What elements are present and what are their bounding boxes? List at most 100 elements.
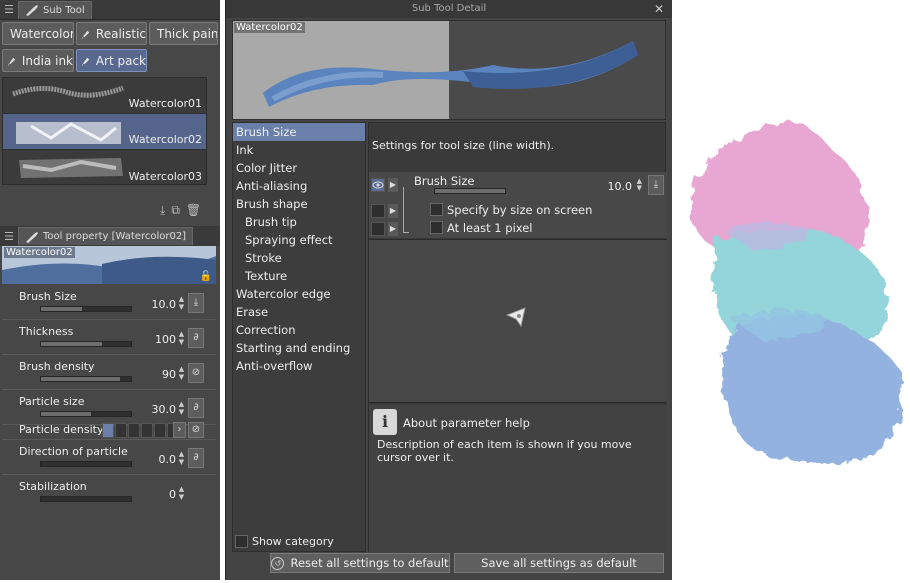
category-item[interactable]: Erase <box>233 303 365 321</box>
canvas-artwork[interactable] <box>672 0 910 580</box>
left-panel: ☰ Sub Tool Watercolor Realistic Thick pa… <box>0 0 220 580</box>
property-value[interactable]: 100 <box>155 333 176 346</box>
property-slider[interactable] <box>40 411 132 417</box>
property-slider[interactable] <box>40 496 132 502</box>
close-icon[interactable]: ✕ <box>654 0 664 18</box>
property-label: Direction of particle <box>19 445 128 458</box>
import-icon[interactable]: ⤓ <box>160 203 165 218</box>
save-defaults-button[interactable]: Save all settings as default <box>454 553 664 573</box>
brush-stroke-preview <box>11 116 126 148</box>
subtool-button-watercolor[interactable]: Watercolor <box>2 22 74 45</box>
spinner-icon[interactable]: ▲ ▼ <box>177 400 186 416</box>
brush-stroke-preview <box>19 158 123 178</box>
spinner-icon[interactable]: ▲ ▼ <box>177 450 186 466</box>
brush-name: Watercolor03 <box>128 170 202 183</box>
brush-icon <box>26 231 38 243</box>
pressure-icon[interactable]: ∂ <box>188 328 204 348</box>
particle-density-selector[interactable] <box>102 423 179 438</box>
property-row: Brush Size 10.0 ▲ ▼ ⤓ <box>2 286 216 320</box>
spinner-icon[interactable]: ▲ ▼ <box>177 365 186 381</box>
category-item[interactable]: Ink <box>233 141 365 159</box>
subtool-button-realistic[interactable]: Realistic <box>76 22 147 45</box>
property-value[interactable]: 0.0 <box>159 453 177 466</box>
pen-nib-icon <box>7 57 16 66</box>
category-item[interactable]: Texture <box>233 267 365 285</box>
property-value[interactable]: 0 <box>169 488 176 501</box>
menu-icon[interactable]: ☰ <box>0 230 18 243</box>
eye-icon[interactable] <box>371 222 385 236</box>
save-button-label: Save all settings as default <box>481 556 637 570</box>
expand-arrow-icon[interactable]: ▶ <box>388 178 398 192</box>
pressure-icon[interactable]: ∂ <box>188 398 204 418</box>
trash-icon[interactable]: 🗑 <box>186 203 201 218</box>
tool-property-tabbar: ☰ Tool property [Watercolor02] <box>0 226 220 246</box>
preview-label: Watercolor02 <box>4 247 75 258</box>
toggle-icon[interactable]: ⊘ <box>188 363 204 383</box>
property-value[interactable]: 90 <box>162 368 176 381</box>
category-item[interactable]: Brush Size <box>233 123 365 141</box>
category-item[interactable]: Correction <box>233 321 365 339</box>
chevron-right-icon[interactable]: › <box>173 422 186 438</box>
property-row: Thickness 100 ▲ ▼ ∂ <box>2 321 216 355</box>
download-icon[interactable]: ⤓ <box>648 175 664 195</box>
pen-nib-icon <box>81 57 90 66</box>
property-slider[interactable] <box>40 461 132 467</box>
settings-description: Settings for tool size (line width). <box>372 139 555 152</box>
property-slider[interactable] <box>40 376 132 382</box>
menu-icon[interactable]: ☰ <box>0 3 18 16</box>
brush-size-settings: ▶ Brush Size 10.0 ▲ ▼ ⤓ ▶ Specify by size… <box>369 172 667 238</box>
brush-item-watercolor02[interactable]: Watercolor02 <box>3 114 206 150</box>
brush-name: Watercolor02 <box>128 133 202 146</box>
category-item[interactable]: Watercolor edge <box>233 285 365 303</box>
property-value[interactable]: 10.0 <box>152 298 177 311</box>
spinner-icon[interactable]: ▲ ▼ <box>177 485 186 501</box>
sub-tool-detail-dialog: Sub Tool Detail ✕ Watercolor02 Brush Siz… <box>225 0 672 580</box>
settings-panel: Settings for tool size (line width). ▶ B… <box>368 122 667 553</box>
eye-icon[interactable] <box>371 178 385 192</box>
brush-item-watercolor01[interactable]: Watercolor01 <box>3 78 206 114</box>
download-icon[interactable]: ⤓ <box>188 293 204 313</box>
category-list: Brush Size Ink Color Jitter Anti-aliasing Br… <box>232 122 366 552</box>
property-value[interactable]: 30.0 <box>152 403 177 416</box>
help-title: About parameter help <box>403 416 530 430</box>
category-item[interactable]: Spraying effect <box>233 231 365 249</box>
checkbox[interactable] <box>235 535 248 548</box>
pressure-icon[interactable]: ∂ <box>188 448 204 468</box>
property-label: Brush Size <box>19 290 77 303</box>
subtool-label: Realistic <box>95 26 146 41</box>
spinner-icon[interactable]: ▲ ▼ <box>177 295 186 311</box>
category-item[interactable]: Starting and ending <box>233 339 365 357</box>
toggle-icon[interactable]: ⊘ <box>188 422 204 438</box>
category-item[interactable]: Anti-aliasing <box>233 177 365 195</box>
brush-size-value[interactable]: 10.0 <box>608 180 633 193</box>
specify-size-checkbox[interactable] <box>430 203 443 216</box>
show-category-checkbox[interactable]: Show category <box>235 535 334 548</box>
preview-canvas[interactable] <box>369 239 667 403</box>
tab-sub-tool[interactable]: Sub Tool <box>18 0 92 19</box>
subtool-label: India ink <box>21 53 73 68</box>
reset-button-label: Reset all settings to default <box>290 556 449 570</box>
lock-icon[interactable]: 🔓 <box>200 271 212 282</box>
property-slider[interactable] <box>40 306 132 312</box>
category-item[interactable]: Brush shape <box>233 195 365 213</box>
duplicate-icon[interactable]: ⧉ <box>171 203 180 218</box>
eye-icon[interactable] <box>371 204 385 218</box>
reset-defaults-button[interactable]: ↺ Reset all settings to default <box>270 553 450 573</box>
brush-size-slider[interactable] <box>434 188 506 194</box>
bracket-line <box>403 187 409 233</box>
category-item[interactable]: Anti-overflow <box>233 357 365 375</box>
tab-tool-property[interactable]: Tool property [Watercolor02] <box>18 227 194 245</box>
property-slider[interactable] <box>40 341 132 347</box>
subtool-button-art-pack[interactable]: Art pack <box>76 49 147 72</box>
brush-item-watercolor03[interactable]: Watercolor03 <box>3 150 206 186</box>
expand-arrow-icon[interactable]: ▶ <box>388 204 398 218</box>
category-item[interactable]: Stroke <box>233 249 365 267</box>
spinner-icon[interactable]: ▲ ▼ <box>637 178 642 192</box>
category-item[interactable]: Brush tip <box>233 213 365 231</box>
spinner-icon[interactable]: ▲ ▼ <box>177 330 186 346</box>
at-least-checkbox[interactable] <box>430 221 443 234</box>
subtool-button-india-ink[interactable]: India ink <box>2 49 74 72</box>
expand-arrow-icon[interactable]: ▶ <box>388 222 398 236</box>
subtool-button-thick-paint[interactable]: Thick paint <box>149 22 218 45</box>
category-item[interactable]: Color Jitter <box>233 159 365 177</box>
